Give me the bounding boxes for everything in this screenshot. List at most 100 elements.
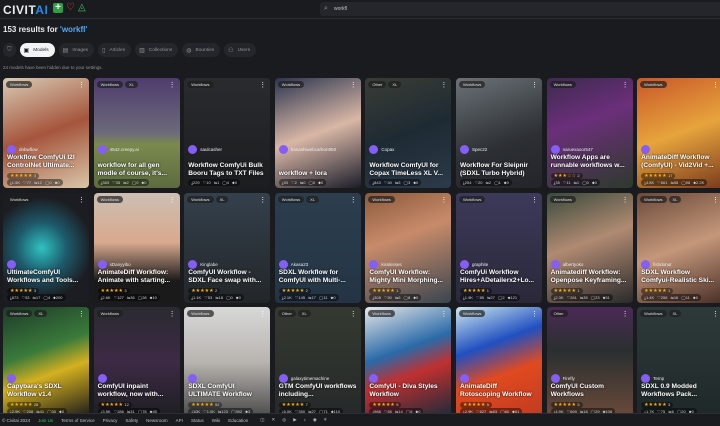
model-title[interactable]: Workflow For Sleipnir (SDXL Turbo Hybrid… [460, 162, 538, 178]
creator[interactable]: Spec22 [459, 145, 487, 154]
more-options-icon[interactable]: ⋮ [440, 196, 447, 204]
tab-images[interactable]: ▤ Images [58, 43, 95, 57]
model-title[interactable]: AnimateDiff Rotoscoping Workflow [460, 383, 538, 399]
model-card[interactable]: Workflows ⋮ Spec22 Workflow For Sleipnir (S… [455, 78, 542, 188]
more-options-icon[interactable]: ⋮ [531, 196, 538, 204]
x-icon[interactable]: ✕ [271, 417, 275, 423]
model-title[interactable]: SDXL Workflow for ComfyUI with Multi-... [279, 269, 357, 285]
creator[interactable]: dnbwflow [7, 145, 38, 154]
model-card[interactable]: Workflows ⋮ AnimateDiff Rotoscoping Workfl… [455, 307, 542, 417]
buzz-drop-icon[interactable]: ◬ [78, 2, 86, 13]
model-title[interactable]: SDXL Workflow Comfyui-Realistic Ski... [641, 269, 719, 285]
model-title[interactable]: Workflow ComfyUi Bulk Booru Tags to TXT … [188, 162, 266, 178]
model-title[interactable]: workflow for all gen modle of course, it… [98, 162, 176, 178]
creator[interactable]: hanashiwebcarbon950 [278, 145, 336, 154]
more-options-icon[interactable]: ⋮ [78, 81, 85, 89]
more-options-icon[interactable]: ⋮ [259, 310, 266, 318]
creator[interactable]: Kinglabe [188, 259, 218, 269]
create-plus-icon[interactable]: + [53, 3, 63, 13]
more-options-icon[interactable]: ⋮ [440, 310, 447, 318]
creator[interactable]: galaxytimemachine [278, 374, 329, 383]
more-options-icon[interactable]: ⋮ [259, 81, 266, 89]
creator[interactable]: Akasa23 [278, 259, 308, 269]
model-card[interactable]: Workflows XL ⋮ 4542.creepy.ai workflow for a… [93, 78, 180, 188]
model-card[interactable]: Workflows ⋮ naruexaoor547 Workflow Apps are… [546, 78, 633, 188]
more-options-icon[interactable]: ⋮ [350, 81, 357, 89]
more-options-icon[interactable]: ⋮ [712, 81, 719, 89]
model-title[interactable]: AnimateDiff Workflow: Animate with start… [98, 269, 176, 285]
footer-link-newsroom[interactable]: Newsroom [146, 418, 168, 423]
more-options-icon[interactable]: ⋮ [531, 310, 538, 318]
model-card[interactable]: Workflows ⋮ ComfyUI inpaint workflow, now … [93, 307, 180, 417]
model-title[interactable]: GTM ComfyUI workflows including... [279, 383, 357, 399]
model-card[interactable]: Workflows ⋮ kisskisses ComfyUI Workflow: Mi… [365, 192, 452, 303]
more-options-icon[interactable]: ⋮ [622, 196, 629, 204]
more-options-icon[interactable]: ⋮ [622, 310, 629, 318]
model-title[interactable]: ComfyUI Workflow: Mighty Mini Morphing..… [369, 269, 447, 285]
model-title[interactable]: Animatediff Workflow: Openpose Keyframin… [551, 269, 629, 285]
footer-link-api[interactable]: API [176, 418, 183, 423]
model-title[interactable]: ComfyUI Workflow - SDXL Face swap with..… [188, 269, 266, 285]
more-options-icon[interactable]: ⋮ [440, 81, 447, 89]
creator[interactable] [369, 374, 381, 383]
filter-button[interactable]: ⛉ [3, 43, 16, 57]
model-title[interactable]: ComfyUI inpaint workflow, now with... [98, 383, 176, 399]
creator[interactable]: sDanyyibo [97, 259, 131, 269]
model-card[interactable]: Workflows XL ⋮ fishdonut SDXL Workflow Comfy… [637, 192, 720, 303]
creator[interactable] [188, 374, 200, 383]
model-card[interactable]: Workflows ⋮ SDXL ComfyUI ULTIMATE Workflow… [184, 307, 271, 417]
creator[interactable]: kisskisses [369, 259, 402, 269]
model-title[interactable]: Workflow ComfyUi I2I ControlNet Ultimate… [7, 154, 85, 170]
creator[interactable] [459, 374, 472, 383]
instagram-icon[interactable]: ◎ [282, 417, 286, 423]
footer-link-education[interactable]: Education [228, 418, 248, 423]
model-card[interactable]: Other XL ⋮ galaxytimemachine GTM ComfyUI wor… [274, 307, 361, 417]
tab-users[interactable]: ⚇ Users [224, 43, 257, 57]
more-options-icon[interactable]: ⋮ [350, 310, 357, 318]
reddit-icon[interactable]: ◉ [313, 417, 317, 423]
more-options-icon[interactable]: ⋮ [169, 310, 176, 318]
model-title[interactable]: SDXL ComfyUI ULTIMATE Workflow [188, 383, 266, 399]
more-options-icon[interactable]: ⋮ [712, 196, 719, 204]
more-options-icon[interactable]: ⋮ [169, 196, 176, 204]
model-card[interactable]: Workflows ⋮ graphite ComfyUi Workflow Hires… [455, 192, 542, 303]
model-card[interactable]: Workflows ⋮ AnimateDiff Workflow (ComfyUI)… [637, 78, 720, 188]
model-card[interactable]: Workflows ⋮ UltimateComfyUI Workflows and … [3, 192, 89, 303]
civitai-logo[interactable]: CIVITAI [3, 3, 48, 17]
tab-collections[interactable]: ▥ Collections [135, 43, 179, 57]
model-title[interactable]: UltimateComfyUI Workflows and Tools... [7, 269, 85, 285]
model-title[interactable]: ComfyUi Workflow Hires+ADetailerx2+Lo... [460, 269, 538, 285]
discord-icon[interactable]: ◫ [260, 417, 264, 423]
footer-link-terms-of-service[interactable]: Terms of Service [61, 418, 95, 423]
model-title[interactable]: AnimateDiff Workflow (ComfyUI) - Vid2Vid… [641, 154, 719, 170]
creator[interactable]: Firefly [550, 374, 575, 383]
creator[interactable]: graphite [459, 259, 488, 269]
tab-articles[interactable]: ▯ Articles [98, 43, 132, 57]
model-card[interactable]: Other XL ⋮ Copax Workflow ComfyUI for Copax … [365, 78, 452, 188]
footer-link-wiki[interactable]: Wiki [212, 418, 221, 423]
footer-link-privacy[interactable]: Privacy [103, 418, 118, 423]
model-card[interactable]: Workflows ⋮ sDanyyibo AnimateDiff Workflow:… [93, 192, 180, 303]
footer-link-join-us[interactable]: Join Us [38, 418, 53, 423]
more-options-icon[interactable]: ⋮ [259, 196, 266, 204]
youtube-icon[interactable]: ▶ [293, 417, 296, 423]
model-title[interactable]: Workflow Apps are runnable workflows w..… [551, 154, 629, 170]
creator[interactable]: Temp [641, 374, 664, 383]
model-card[interactable]: Workflows ⋮ ComfyUI - Diva Styles Workflow… [365, 307, 452, 417]
more-options-icon[interactable]: ⋮ [622, 81, 629, 89]
tab-bounties[interactable]: ◍ Bounties [182, 43, 221, 57]
more-options-icon[interactable]: ⋮ [531, 81, 538, 89]
model-card[interactable]: Workflows XL ⋮ Temp SDXL 0.9 Modded Workflow… [637, 307, 720, 417]
model-card[interactable]: Workflows XL ⋮ Capybara's SDXL Workflow v1.… [3, 307, 89, 417]
creator[interactable]: albertyoko [550, 259, 583, 269]
github-icon[interactable]: ⌾ [324, 417, 327, 423]
heart-icon[interactable]: ♡ [66, 2, 75, 13]
tab-models[interactable]: ▣ Models [19, 43, 55, 57]
model-title[interactable]: ComfyUI Custom Workflows [551, 383, 629, 399]
more-options-icon[interactable]: ⋮ [78, 196, 85, 204]
creator[interactable] [97, 374, 110, 383]
creator[interactable]: saulcasher [188, 145, 222, 154]
more-options-icon[interactable]: ⋮ [78, 310, 85, 318]
creator[interactable]: fishdonut [641, 259, 671, 269]
model-title[interactable]: workflow + lora [279, 170, 357, 178]
